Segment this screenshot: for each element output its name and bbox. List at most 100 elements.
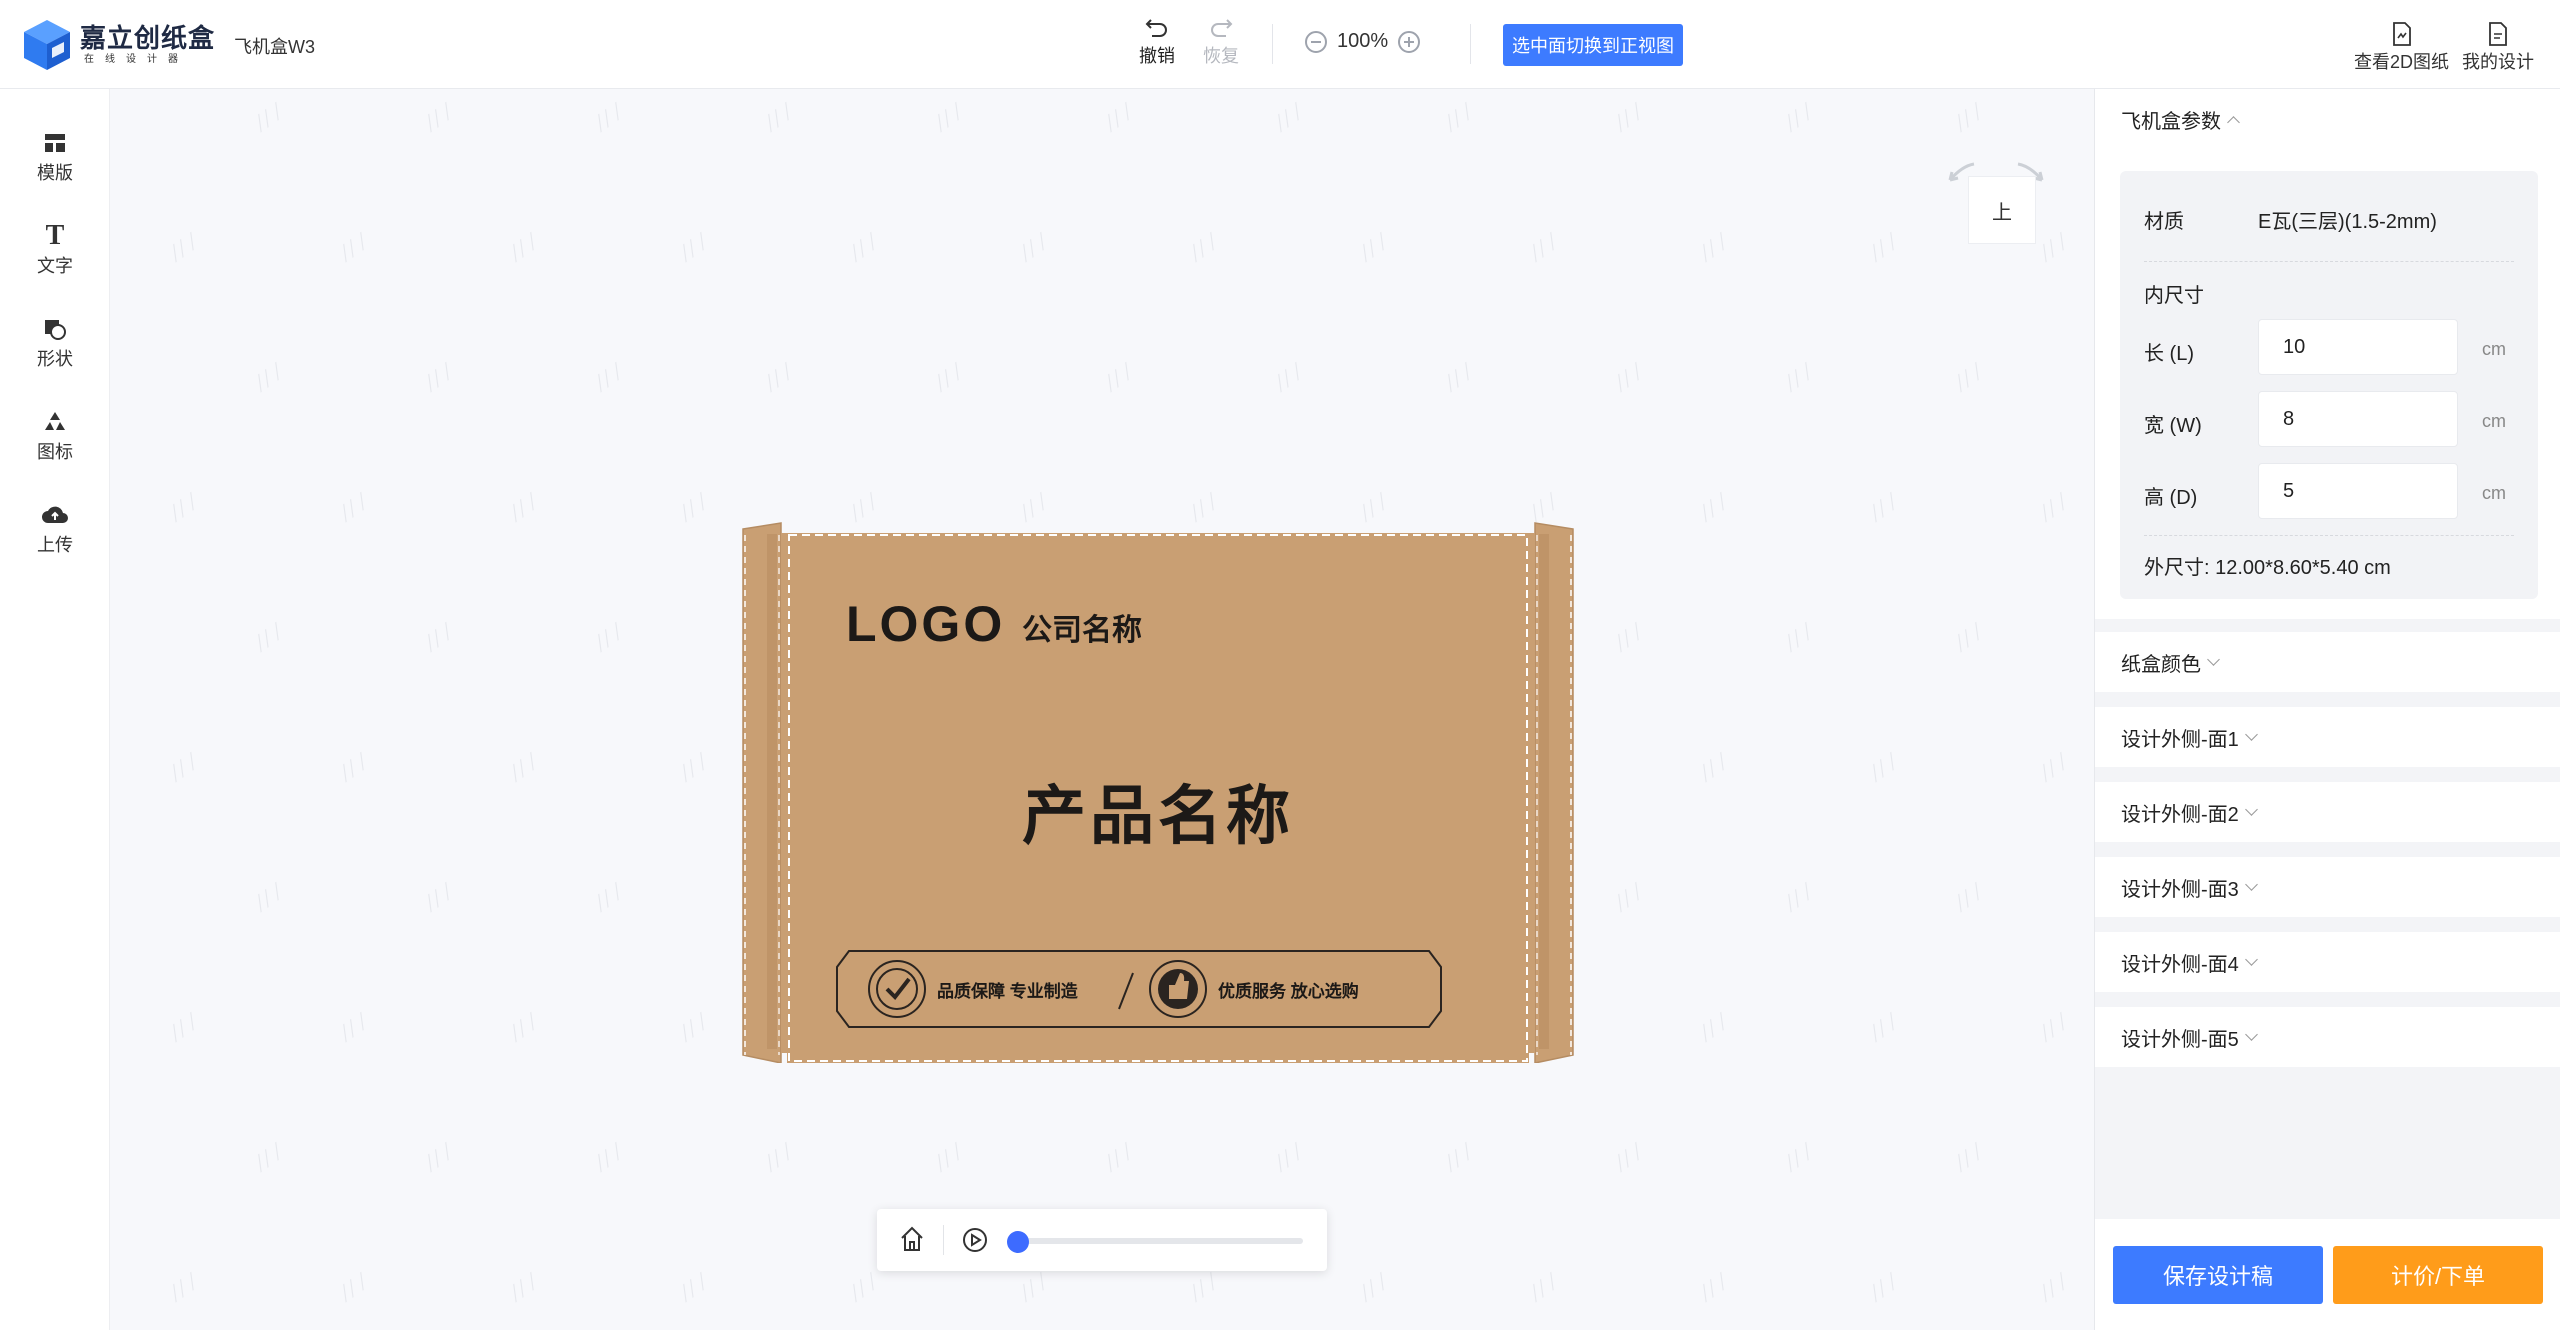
box-badge-right[interactable]: 优质服务 放心选购 [1218,977,1359,1002]
section-face-2[interactable]: 设计外侧-面2 [2095,782,2560,842]
cube-logo-icon [24,20,70,70]
watermark-mark: ╱╱ ╱ [2036,492,2070,523]
watermark-mark: ╱╱ ╱ [336,752,370,783]
zoom-control: 100% [1305,30,1421,53]
redo-button[interactable]: 恢复 [1191,14,1251,68]
watermark-mark: ╱╱ ╱ [506,752,540,783]
length-input[interactable]: 10 [2258,319,2458,375]
watermark-mark: ╱╱ ╱ [1866,232,1900,263]
watermark-mark: ╱╱ ╱ [506,232,540,263]
box-company-name[interactable]: 公司名称 [1022,605,1142,649]
params-section-header[interactable]: 飞机盒参数 [2095,89,2560,149]
height-unit: cm [2482,483,2506,503]
watermark-mark: ╱╱ ╱ [761,1142,795,1173]
watermark-mark: ╱╱ ╱ [1866,1012,1900,1043]
watermark-mark: ╱╱ ╱ [1866,752,1900,783]
home-icon[interactable] [899,1225,925,1253]
logo-subtitle: 在线设计器 [84,54,189,65]
save-design-button[interactable]: 保存设计稿 [2113,1246,2323,1304]
top-header: 嘉立创纸盒 在线设计器 飞机盒W3 撤销 恢复 100% 选中面切换到正视图 查… [0,0,2560,89]
leftbar-item-template[interactable]: 模版 [0,127,110,185]
left-toolbar: 模版 T 文字 形状 图标 上传 [0,89,110,1330]
watermark-mark: ╱╱ ╱ [251,102,285,133]
section-label: 设计外侧-面1 [2121,728,2239,751]
leftbar-item-upload[interactable]: 上传 [0,499,110,557]
recycle-icon [0,406,110,438]
divider [1470,24,1471,64]
section-box-color[interactable]: 纸盒颜色 [2095,632,2560,692]
leftbar-label: 形状 [37,349,73,369]
watermark-mark: ╱╱ ╱ [2036,1272,2070,1303]
zoom-out-icon[interactable] [1305,30,1327,53]
watermark-mark: ╱╱ ╱ [931,102,965,133]
chevron-down-icon [2207,652,2220,666]
section-label: 设计外侧-面5 [2121,1028,2239,1051]
watermark-mark: ╱╱ ╱ [1951,1142,1985,1173]
watermark-mark: ╱╱ ╱ [1781,622,1815,653]
watermark-mark: ╱╱ ╱ [1271,102,1305,133]
watermark-mark: ╱╱ ╱ [1611,622,1645,653]
leftbar-item-shape[interactable]: 形状 [0,313,110,371]
watermark-mark: ╱╱ ╱ [111,1142,115,1172]
box-product-title[interactable]: 产品名称 [731,765,1585,857]
template-icon [0,127,110,159]
length-label: 长 (L) [2144,343,2194,365]
watermark-mark: ╱╱ ╱ [421,622,455,653]
watermark-mark: ╱╱ ╱ [1696,492,1730,523]
section-face-1[interactable]: 设计外侧-面1 [2095,707,2560,767]
progress-knob[interactable] [1007,1231,1029,1253]
watermark-mark: ╱╱ ╱ [166,752,200,783]
watermark-mark: ╱╱ ╱ [1101,362,1135,393]
watermark-mark: ╱╱ ╱ [1356,1272,1390,1303]
box-badge-left[interactable]: 品质保障 专业制造 [937,977,1078,1002]
box-logo-text[interactable]: LOGO [846,595,1005,653]
material-value[interactable]: E瓦(三层)(1.5-2mm) [2258,205,2437,234]
watermark-mark: ╱╱ ╱ [1696,1272,1730,1303]
logo-title: 嘉立创纸盒 [80,23,216,53]
material-label: 材质 [2144,211,2184,233]
undo-button[interactable]: 撤销 [1127,14,1187,68]
leftbar-item-icons[interactable]: 图标 [0,406,110,464]
chevron-down-icon [2244,802,2258,816]
my-design-button[interactable]: 我的设计 [2462,22,2534,74]
view-cube[interactable]: 上 [1946,154,2046,244]
watermark-mark: ╱╱ ╱ [1781,102,1815,133]
watermark-mark: ╱╱ ╱ [1951,622,1985,653]
price-order-button[interactable]: 计价/下单 [2333,1246,2543,1304]
width-input[interactable]: 8 [2258,391,2458,447]
watermark-mark: ╱╱ ╱ [761,102,795,133]
height-input[interactable]: 5 [2258,463,2458,519]
watermark-mark: ╱╱ ╱ [676,752,710,783]
params-card: 材质 E瓦(三层)(1.5-2mm) 内尺寸 长 (L) 10 cm 宽 (W)… [2120,171,2538,599]
watermark-mark: ╱╱ ╱ [166,1272,200,1303]
section-face-3[interactable]: 设计外侧-面3 [2095,857,2560,917]
document-icon [2462,22,2534,48]
view-cube-face[interactable]: 上 [1968,176,2036,244]
watermark-mark: ╱╱ ╱ [1781,1142,1815,1173]
section-face-4[interactable]: 设计外侧-面4 [2095,932,2560,992]
watermark-mark: ╱╱ ╱ [421,1142,455,1173]
watermark-mark: ╱╱ ╱ [251,1142,285,1173]
app-logo[interactable]: 嘉立创纸盒 在线设计器 [22,18,215,72]
watermark-mark: ╱╱ ╱ [1951,102,1985,133]
redo-icon [1191,14,1251,42]
progress-track[interactable] [1013,1238,1303,1244]
watermark-mark: ╱╱ ╱ [1781,362,1815,393]
leftbar-label: 文字 [37,256,73,276]
text-icon: T [45,220,65,251]
watermark-mark: ╱╱ ╱ [421,882,455,913]
leftbar-item-text[interactable]: T 文字 [0,220,110,278]
divider [943,1225,944,1255]
view-2d-button[interactable]: 查看2D图纸 [2354,22,2449,74]
box-face[interactable]: LOGO 公司名称 产品名称 品质保障 专业制造 优质服务 放心选购 [731,443,1585,1064]
design-canvas[interactable]: ╱ ╱ ╱ ╱ ╱ ╱ ╱ ╱ ╱ ╱ ╱ ╱ ╱ ╱ ╱ ╱ ╱ ╱ ╱ ╱ ╱ ╱ ╱ ╱ ╱ ╱ ╱ ╱ ╱ ╱… [111,89,2093,1330]
play-icon[interactable] [961,1226,989,1254]
watermark-mark: ╱╱ ╱ [1696,1012,1730,1043]
chevron-down-icon [2244,727,2258,741]
switch-front-view-button[interactable]: 选中面切换到正视图 [1503,24,1683,66]
zoom-in-icon[interactable] [1398,30,1421,53]
watermark-mark: ╱╱ ╱ [166,232,200,263]
watermark-mark: ╱╱ ╱ [336,1012,370,1043]
watermark-mark: ╱╱ ╱ [591,622,625,653]
section-face-5[interactable]: 设计外侧-面5 [2095,1007,2560,1067]
